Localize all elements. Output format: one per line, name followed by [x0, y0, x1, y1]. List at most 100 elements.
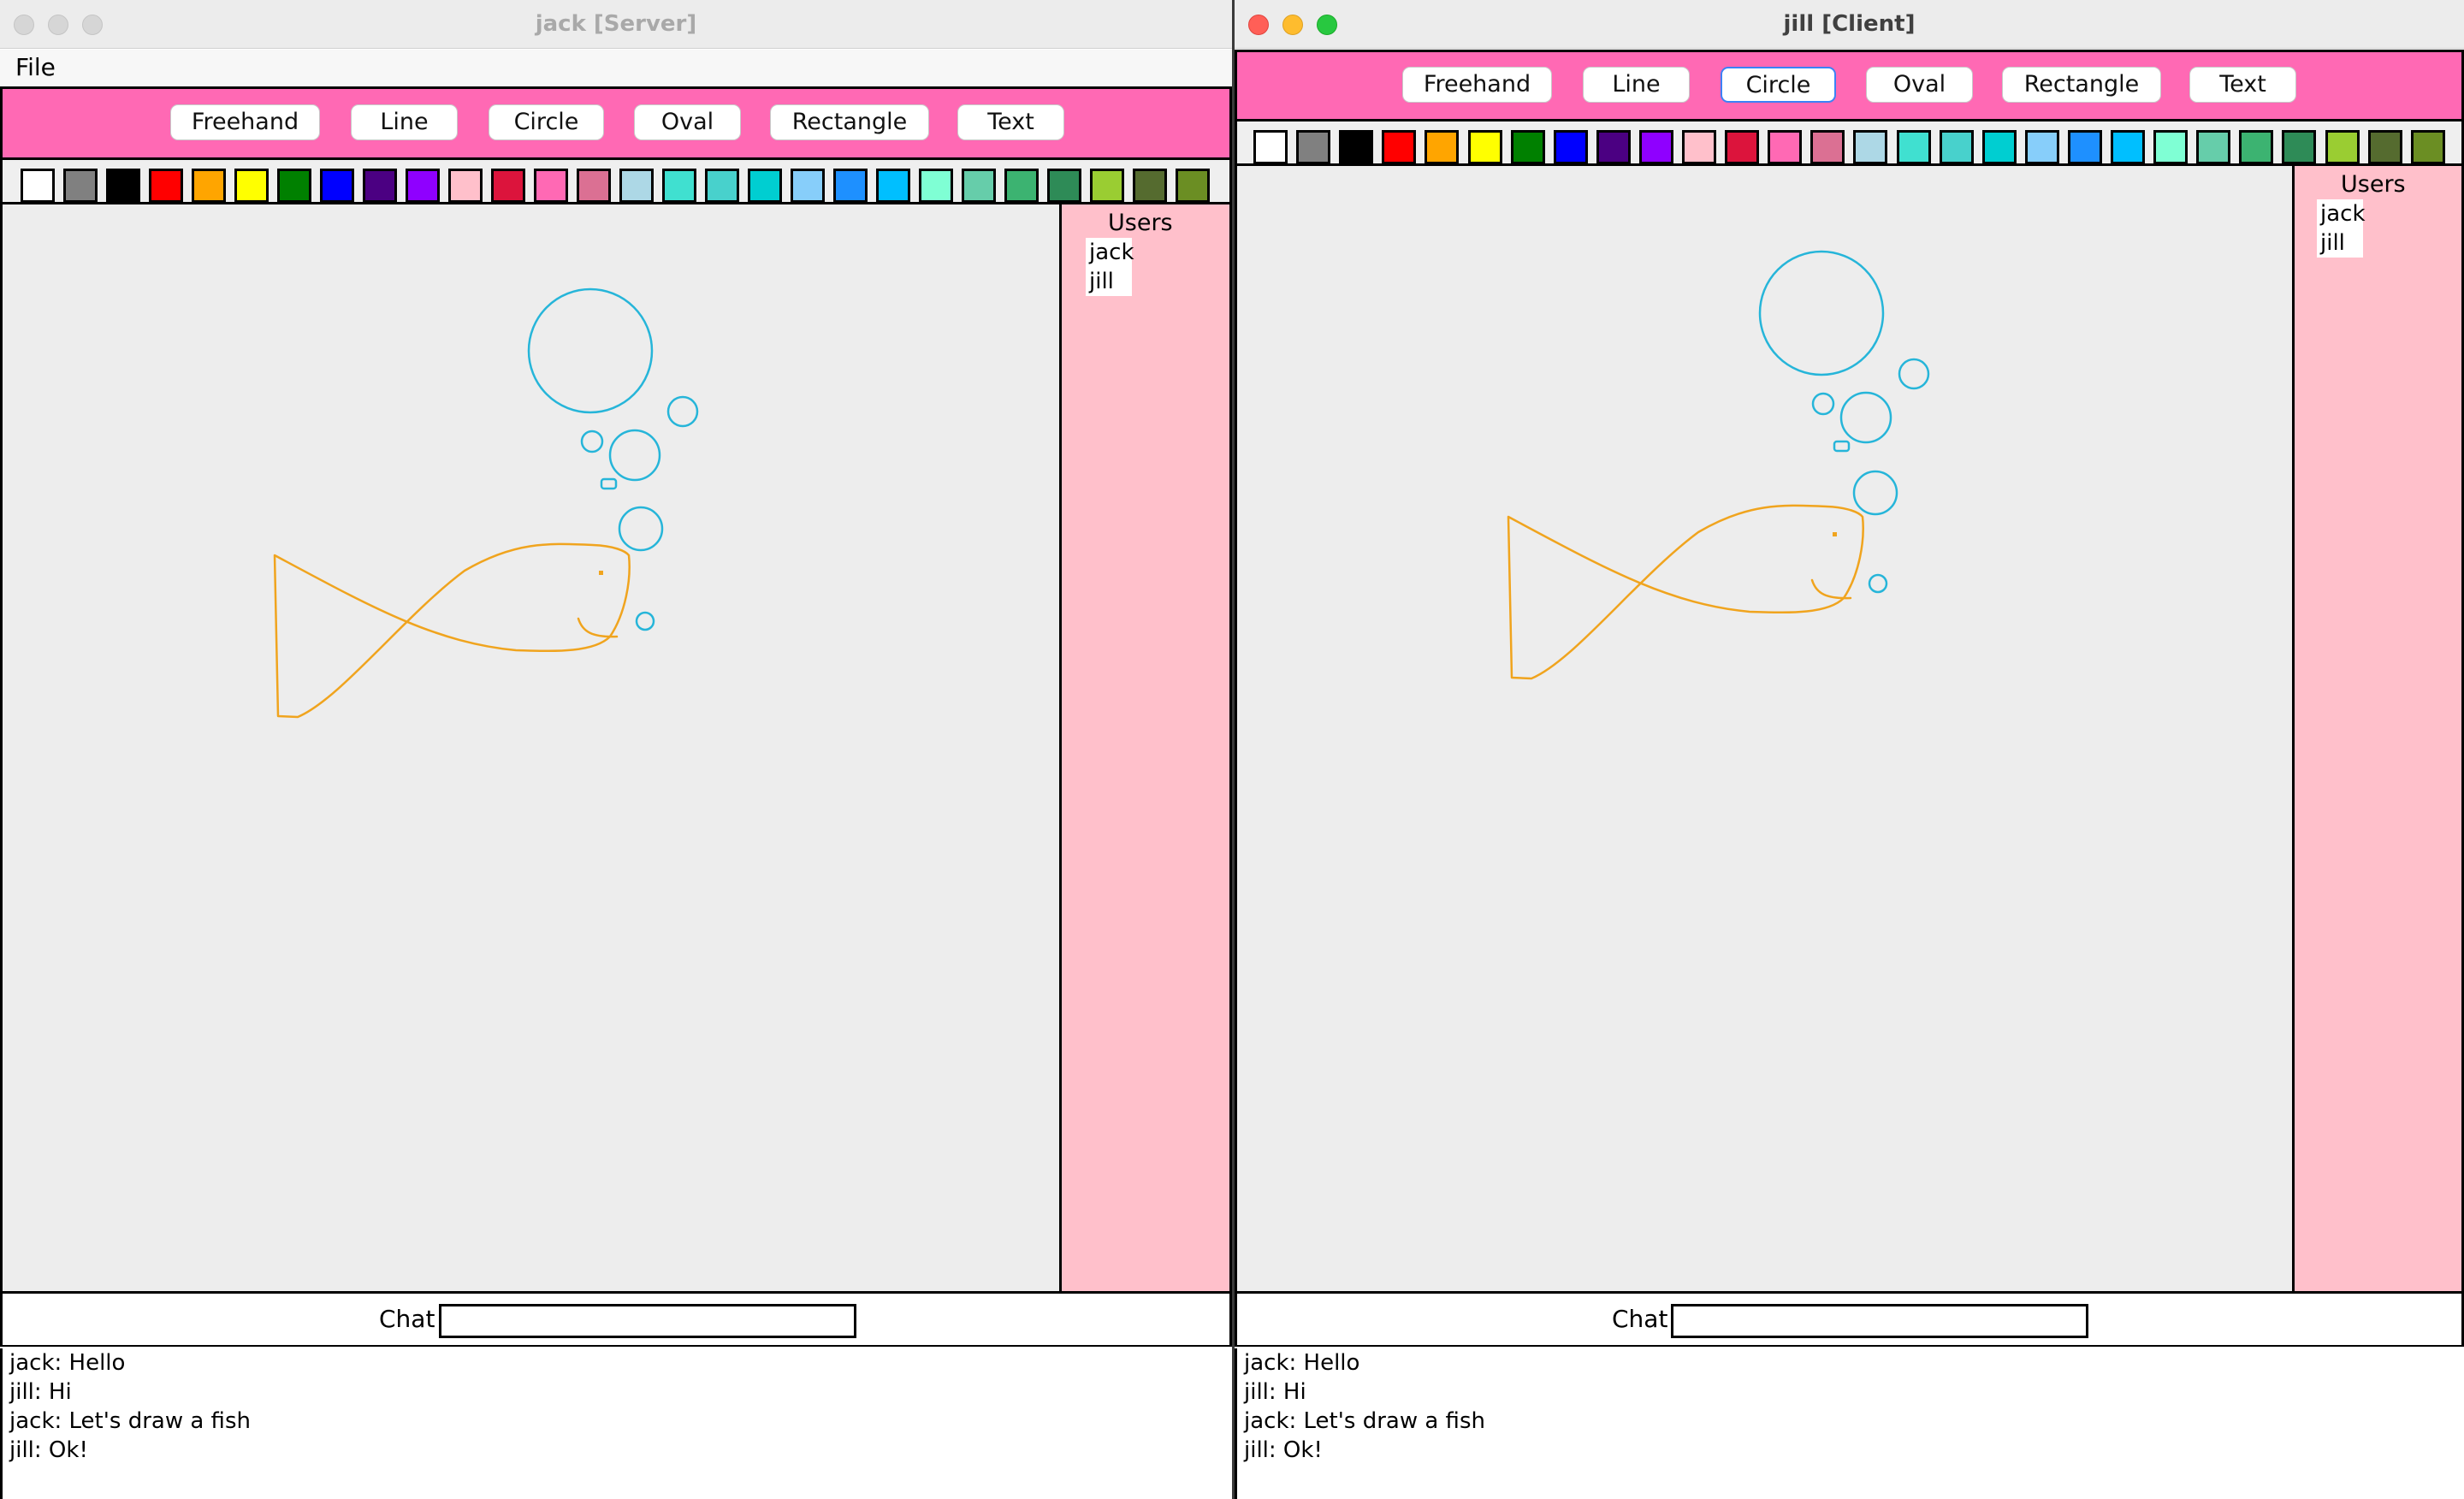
color-swatch[interactable] [149, 169, 183, 203]
color-swatch[interactable] [1682, 130, 1716, 164]
tool-freehand-button[interactable]: Freehand [1402, 67, 1552, 103]
color-swatch[interactable] [1896, 130, 1931, 164]
drawing-surface[interactable] [3, 204, 1062, 1291]
color-swatch[interactable] [1467, 130, 1502, 164]
user-item-jack[interactable]: jack [2317, 199, 2366, 228]
color-swatch[interactable] [2024, 130, 2059, 164]
color-swatch[interactable] [106, 169, 140, 203]
menu-bar: File [0, 50, 1232, 86]
color-swatch[interactable] [1638, 130, 1673, 164]
tool-rectangle-button[interactable]: Rectangle [2002, 67, 2161, 103]
color-swatch[interactable] [2367, 130, 2402, 164]
color-swatch[interactable] [2239, 130, 2274, 164]
color-swatch[interactable] [192, 169, 226, 203]
color-swatch[interactable] [919, 169, 953, 203]
title-bar[interactable]: jill [Client] [1235, 0, 2464, 49]
color-swatch[interactable] [277, 169, 311, 203]
tool-circle-button[interactable]: Circle [1721, 67, 1836, 103]
tool-text-button[interactable]: Text [2189, 67, 2296, 103]
color-swatch[interactable] [406, 169, 440, 203]
chat-message: jack: Let's draw a fish [1244, 1408, 1485, 1434]
color-swatch[interactable] [2153, 130, 2189, 164]
color-swatch[interactable] [1339, 130, 1374, 164]
color-swatch[interactable] [1253, 130, 1288, 164]
chat-input[interactable] [439, 1304, 856, 1338]
tool-text-button[interactable]: Text [957, 104, 1064, 140]
color-swatch[interactable] [21, 169, 55, 203]
drawing-surface[interactable] [1237, 166, 2295, 1291]
color-swatch[interactable] [1553, 130, 1588, 164]
drawing-bubbles [1758, 250, 1930, 594]
color-swatch[interactable] [2067, 130, 2102, 164]
tool-toolbar: Freehand Line Circle Oval Rectangle Text [1235, 50, 2464, 121]
color-swatch[interactable] [1981, 130, 2017, 164]
color-swatch[interactable] [320, 169, 354, 203]
color-swatch[interactable] [1424, 130, 1460, 164]
color-swatch[interactable] [1133, 169, 1167, 203]
client-window: jill [Client] Freehand Line Circle Oval … [1235, 0, 2464, 1499]
color-swatch[interactable] [363, 169, 397, 203]
chat-input[interactable] [1671, 1304, 2088, 1338]
bubble-circle [1758, 250, 1885, 376]
color-swatch[interactable] [1176, 169, 1210, 203]
user-item-jill[interactable]: jill [1086, 267, 1132, 296]
color-swatch[interactable] [491, 169, 525, 203]
color-swatch[interactable] [1004, 169, 1039, 203]
tool-toolbar: Freehand Line Circle Oval Rectangle Text [0, 86, 1232, 160]
tool-line-button[interactable]: Line [351, 104, 458, 140]
chat-message: jack: Let's draw a fish [9, 1408, 251, 1434]
color-swatch[interactable] [234, 169, 269, 203]
chat-label: Chat [1612, 1305, 1668, 1333]
user-item-jack[interactable]: jack [1086, 238, 1134, 267]
color-swatch[interactable] [876, 169, 910, 203]
color-swatch[interactable] [1810, 130, 1845, 164]
color-swatch[interactable] [2410, 130, 2445, 164]
drawing-bubbles [527, 287, 699, 631]
color-swatch[interactable] [1939, 130, 1974, 164]
color-swatch[interactable] [619, 169, 654, 203]
color-swatch[interactable] [2282, 130, 2317, 164]
color-swatch[interactable] [1853, 130, 1888, 164]
color-palette [1235, 121, 2464, 166]
tool-oval-button[interactable]: Oval [1866, 67, 1973, 103]
color-swatch[interactable] [63, 169, 98, 203]
menu-file[interactable]: File [15, 53, 56, 82]
color-swatch[interactable] [791, 169, 825, 203]
drawing-canvas[interactable] [1235, 166, 2295, 1294]
fish-eye [1833, 532, 1837, 536]
color-palette [0, 160, 1232, 204]
color-swatch[interactable] [1768, 130, 1803, 164]
tool-line-button[interactable]: Line [1583, 67, 1690, 103]
drawing-fish [273, 542, 631, 719]
color-swatch[interactable] [833, 169, 868, 203]
bubble-circle [1898, 358, 1930, 390]
color-swatch[interactable] [577, 169, 611, 203]
color-swatch[interactable] [1596, 130, 1631, 164]
color-swatch[interactable] [705, 169, 739, 203]
chat-log: jack: Hello jill: Hi jack: Let's draw a … [1235, 1348, 2464, 1499]
color-swatch[interactable] [1725, 130, 1760, 164]
color-swatch[interactable] [2111, 130, 2145, 164]
user-item-jill[interactable]: jill [2317, 228, 2363, 258]
color-swatch[interactable] [1510, 130, 1545, 164]
color-swatch[interactable] [962, 169, 996, 203]
window-title: jack [Server] [535, 11, 697, 37]
chat-bar: Chat [1235, 1294, 2464, 1347]
drawing-canvas[interactable] [0, 204, 1062, 1294]
color-swatch[interactable] [748, 169, 782, 203]
color-swatch[interactable] [2325, 130, 2360, 164]
tool-rectangle-button[interactable]: Rectangle [770, 104, 929, 140]
color-swatch[interactable] [534, 169, 568, 203]
tool-circle-button[interactable]: Circle [489, 104, 604, 140]
color-swatch[interactable] [1047, 169, 1081, 203]
color-swatch[interactable] [1296, 130, 1331, 164]
tool-freehand-button[interactable]: Freehand [170, 104, 320, 140]
color-swatch[interactable] [2196, 130, 2231, 164]
color-swatch[interactable] [448, 169, 483, 203]
color-swatch[interactable] [662, 169, 696, 203]
tool-oval-button[interactable]: Oval [634, 104, 741, 140]
title-bar[interactable]: jack [Server] [0, 0, 1232, 49]
bubble-circle [1839, 391, 1892, 444]
color-swatch[interactable] [1382, 130, 1417, 164]
color-swatch[interactable] [1090, 169, 1124, 203]
